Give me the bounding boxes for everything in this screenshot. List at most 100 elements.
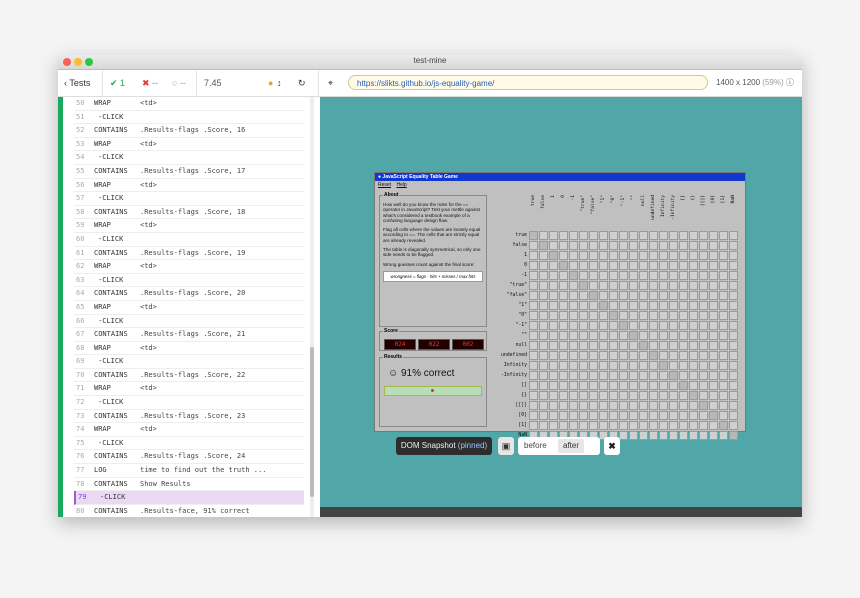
grid-cell[interactable] (569, 271, 578, 280)
grid-cell[interactable] (719, 371, 728, 380)
grid-cell[interactable] (579, 301, 588, 310)
close-snapshot-button[interactable]: ✖ (604, 437, 620, 455)
grid-cell[interactable] (559, 361, 568, 370)
grid-cell[interactable] (639, 381, 648, 390)
grid-cell[interactable] (699, 341, 708, 350)
grid-cell[interactable] (569, 291, 578, 300)
grid-cell[interactable] (549, 411, 558, 420)
grid-cell[interactable] (539, 371, 548, 380)
grid-cell[interactable] (719, 431, 728, 440)
grid-cell[interactable] (729, 401, 738, 410)
grid-cell[interactable] (669, 391, 678, 400)
grid-cell[interactable] (539, 321, 548, 330)
grid-cell[interactable] (599, 311, 608, 320)
grid-cell[interactable] (619, 261, 628, 270)
grid-cell[interactable] (559, 241, 568, 250)
info-icon[interactable]: ⓘ (786, 78, 794, 87)
command-row[interactable]: 79 -CLICK (74, 491, 304, 505)
command-row[interactable]: 78 CONTAINS Show Results (74, 478, 304, 492)
grid-cell[interactable] (689, 271, 698, 280)
grid-cell[interactable] (599, 331, 608, 340)
grid-cell[interactable] (669, 401, 678, 410)
grid-cell[interactable] (529, 251, 538, 260)
grid-cell[interactable] (569, 311, 578, 320)
grid-cell[interactable] (559, 231, 568, 240)
grid-cell[interactable] (639, 241, 648, 250)
grid-cell[interactable] (729, 271, 738, 280)
grid-cell[interactable] (619, 351, 628, 360)
grid-cell[interactable] (569, 261, 578, 270)
grid-cell[interactable] (549, 281, 558, 290)
grid-cell[interactable] (569, 401, 578, 410)
grid-cell[interactable] (669, 281, 678, 290)
grid-cell[interactable] (659, 321, 668, 330)
grid-cell[interactable] (639, 351, 648, 360)
grid-cell[interactable] (559, 281, 568, 290)
grid-cell[interactable] (669, 431, 678, 440)
grid-cell[interactable] (609, 411, 618, 420)
grid-cell[interactable] (729, 311, 738, 320)
grid-cell[interactable] (669, 361, 678, 370)
grid-cell[interactable] (529, 331, 538, 340)
auto-scroll-icon[interactable]: ↕ (277, 70, 282, 96)
grid-cell[interactable] (729, 231, 738, 240)
grid-cell[interactable] (589, 301, 598, 310)
grid-cell[interactable] (619, 281, 628, 290)
grid-cell[interactable] (579, 341, 588, 350)
grid-cell[interactable] (689, 361, 698, 370)
grid-cell[interactable] (669, 271, 678, 280)
grid-cell[interactable] (549, 321, 558, 330)
grid-cell[interactable] (639, 251, 648, 260)
grid-cell[interactable] (699, 411, 708, 420)
grid-cell[interactable] (549, 311, 558, 320)
command-row[interactable]: 65 WRAP <td> (74, 301, 304, 315)
grid-cell[interactable] (529, 261, 538, 270)
grid-cell[interactable] (599, 391, 608, 400)
command-row[interactable]: 73 CONTAINS .Results-flags .Score, 23 (74, 410, 304, 424)
grid-cell[interactable] (719, 291, 728, 300)
grid-cell[interactable] (679, 431, 688, 440)
menu-reset[interactable]: Reset (378, 182, 391, 188)
grid-cell[interactable] (549, 251, 558, 260)
grid-cell[interactable] (729, 321, 738, 330)
command-row[interactable]: 55 CONTAINS .Results-flags .Score, 17 (74, 165, 304, 179)
grid-cell[interactable] (599, 271, 608, 280)
grid-cell[interactable] (539, 421, 548, 430)
grid-cell[interactable] (669, 301, 678, 310)
grid-cell[interactable] (619, 231, 628, 240)
grid-cell[interactable] (649, 381, 658, 390)
grid-cell[interactable] (719, 391, 728, 400)
grid-cell[interactable] (639, 331, 648, 340)
grid-cell[interactable] (599, 401, 608, 410)
grid-cell[interactable] (669, 251, 678, 260)
grid-cell[interactable] (709, 431, 718, 440)
grid-cell[interactable] (689, 401, 698, 410)
grid-cell[interactable] (599, 321, 608, 330)
grid-cell[interactable] (669, 241, 678, 250)
grid-cell[interactable] (609, 401, 618, 410)
grid-cell[interactable] (709, 371, 718, 380)
grid-cell[interactable] (529, 321, 538, 330)
grid-cell[interactable] (679, 251, 688, 260)
grid-cell[interactable] (729, 241, 738, 250)
grid-cell[interactable] (599, 411, 608, 420)
grid-cell[interactable] (639, 411, 648, 420)
grid-cell[interactable] (569, 411, 578, 420)
grid-cell[interactable] (599, 351, 608, 360)
grid-cell[interactable] (609, 421, 618, 430)
grid-cell[interactable] (629, 251, 638, 260)
grid-cell[interactable] (679, 241, 688, 250)
grid-cell[interactable] (639, 311, 648, 320)
grid-cell[interactable] (679, 401, 688, 410)
grid-cell[interactable] (569, 341, 578, 350)
grid-cell[interactable] (709, 251, 718, 260)
grid-cell[interactable] (639, 301, 648, 310)
grid-cell[interactable] (529, 341, 538, 350)
grid-cell[interactable] (669, 331, 678, 340)
grid-cell[interactable] (659, 391, 668, 400)
command-row[interactable]: 52 CONTAINS .Results-flags .Score, 16 (74, 124, 304, 138)
grid-cell[interactable] (599, 241, 608, 250)
grid-cell[interactable] (559, 331, 568, 340)
grid-cell[interactable] (699, 241, 708, 250)
grid-cell[interactable] (729, 261, 738, 270)
